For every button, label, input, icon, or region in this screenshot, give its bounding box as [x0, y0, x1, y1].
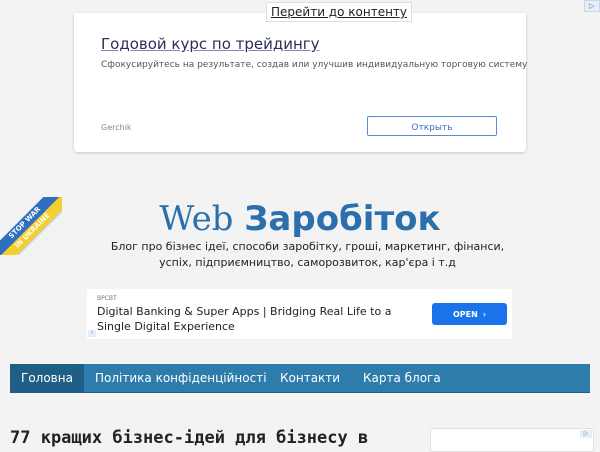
- ad-title[interactable]: Годовой курс по трейдингу: [101, 35, 320, 53]
- ad-open-button[interactable]: Открыть: [367, 116, 497, 136]
- nav-item-home[interactable]: Головна: [10, 364, 84, 392]
- nav-item-sitemap[interactable]: Карта блога: [352, 364, 452, 392]
- banner-ad-sponsor: BPCBT: [97, 295, 117, 302]
- nav-item-contacts[interactable]: Контакти: [269, 364, 351, 392]
- skip-to-content-link[interactable]: Перейти до контенту: [266, 2, 413, 22]
- post-title[interactable]: 77 кращих бізнес-ідей для бізнесу в: [10, 428, 368, 448]
- nav-item-privacy[interactable]: Політика конфіденційності: [84, 364, 278, 392]
- adchoices-icon[interactable]: i: [88, 330, 96, 337]
- main-nav: Головна Політика конфіденційності Контак…: [10, 364, 590, 393]
- ad-brand[interactable]: Gerchik: [101, 123, 132, 132]
- top-ad-card[interactable]: Годовой курс по трейдингу Сфокусируйтесь…: [74, 13, 527, 152]
- sidebar-ad[interactable]: ▷: [430, 428, 594, 452]
- site-logo[interactable]: Web Заробіток: [0, 199, 600, 239]
- chevron-right-icon: ›: [482, 309, 487, 319]
- logo-word-zarobitok: Заробіток: [244, 199, 441, 239]
- top-ad-area: ▷ Годовой курс по трейдингу Сфокусируйте…: [0, 0, 600, 163]
- logo-word-web: Web: [159, 199, 234, 239]
- site-tagline: Блог про бізнес ідеї, способи заробітку,…: [110, 240, 505, 269]
- banner-ad-open-button[interactable]: OPEN ›: [432, 303, 507, 325]
- banner-ad-headline[interactable]: Digital Banking & Super Apps | Bridging …: [97, 304, 397, 334]
- adchoices-icon[interactable]: ▷: [584, 0, 600, 12]
- banner-ad[interactable]: BPCBT Digital Banking & Super Apps | Bri…: [87, 289, 512, 339]
- ad-description: Сфокусируйтесь на результате, создав или…: [101, 60, 528, 70]
- adchoices-icon[interactable]: ▷: [580, 430, 592, 438]
